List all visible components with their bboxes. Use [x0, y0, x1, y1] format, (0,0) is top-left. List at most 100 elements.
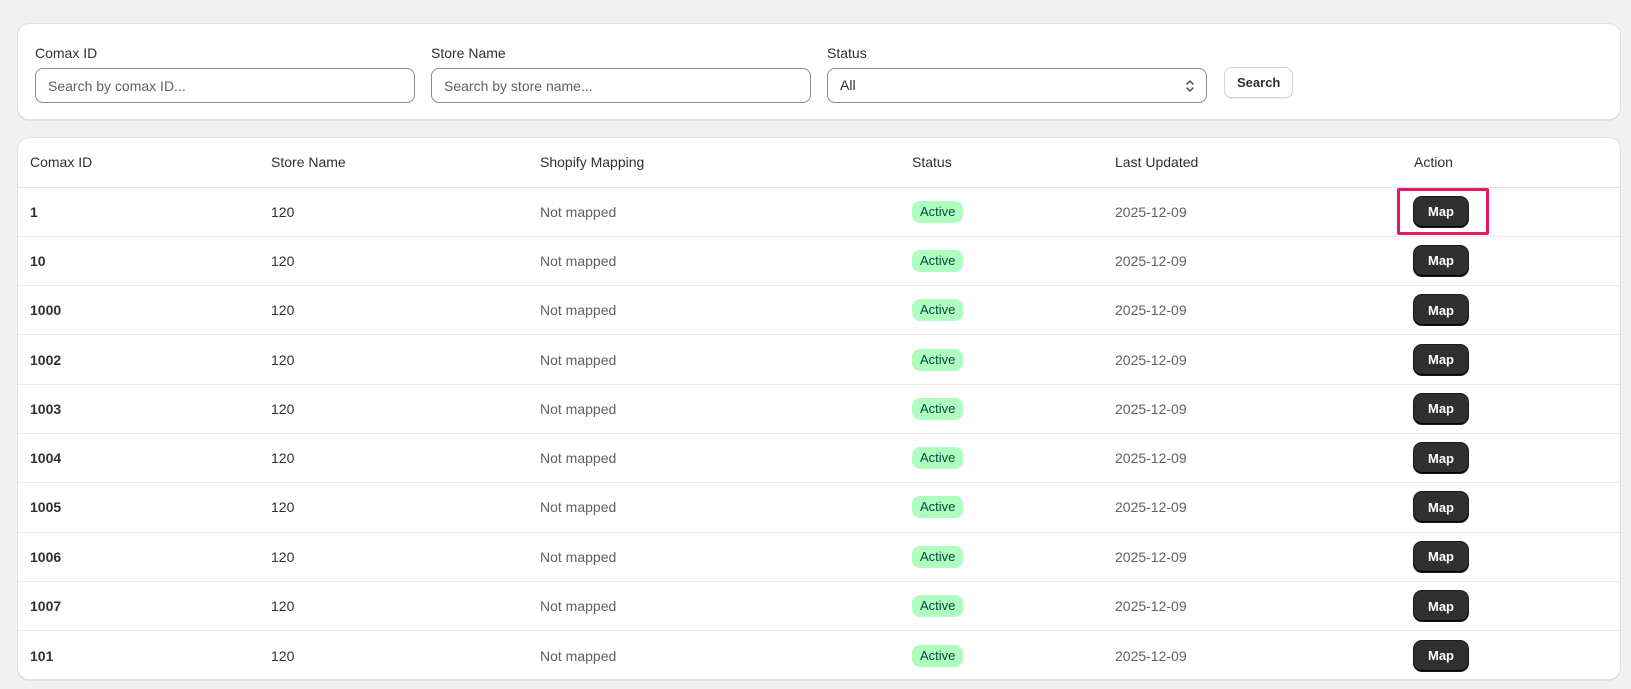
comax-id-cell: 10 — [18, 236, 259, 287]
status-select[interactable]: All — [827, 68, 1207, 103]
last-updated-cell: 2025-12-09 — [1103, 187, 1402, 237]
status-badge: Active — [912, 496, 964, 519]
last-updated-cell: 2025-12-09 — [1103, 581, 1402, 632]
action-cell: Map — [1402, 581, 1620, 632]
map-button[interactable]: Map — [1414, 344, 1468, 375]
action-cell: Map — [1402, 433, 1620, 484]
last-updated-cell: 2025-12-09 — [1103, 384, 1402, 434]
comax-id-filter: Comax ID — [35, 44, 415, 103]
action-cell: Map — [1402, 334, 1620, 385]
status-badge: Active — [912, 397, 964, 420]
status-badge: Active — [912, 299, 964, 322]
last-updated-cell: 2025-12-09 — [1115, 647, 1187, 664]
action-cell: Map — [1402, 236, 1620, 287]
action-cell: Map — [1402, 631, 1620, 679]
table-header-row: Comax ID Store Name Shopify Mapping Stat… — [18, 138, 1620, 188]
shopify-mapping-cell: Not mapped — [528, 334, 900, 385]
table-row: 1006 120 Not mapped Active 2025-12-09 Ma… — [18, 532, 1620, 582]
map-button[interactable]: Map — [1414, 295, 1468, 326]
status-cell: Active — [900, 285, 1103, 336]
map-button[interactable]: Map — [1414, 443, 1468, 474]
map-button[interactable]: Map — [1414, 492, 1468, 523]
shopify-mapping-cell: Not mapped — [528, 236, 900, 287]
status-label: Status — [827, 45, 867, 61]
store-name-filter: Store Name — [431, 44, 811, 103]
header-status: Status — [900, 138, 1103, 188]
table-row: 101 120 Not mapped Active 2025-12-09 Map — [18, 631, 1620, 679]
comax-id-cell: 1003 — [18, 384, 259, 434]
search-button[interactable]: Search — [1224, 67, 1294, 98]
chevron-up-down-icon — [1186, 80, 1194, 92]
comax-id-cell: 1 — [18, 187, 259, 237]
stores-table-card: Comax ID Store Name Shopify Mapping Stat… — [17, 137, 1621, 680]
table-row: 1005 120 Not mapped Active 2025-12-09 Ma… — [18, 482, 1620, 533]
comax-id-label: Comax ID — [35, 45, 98, 61]
table-row: 1 120 Not mapped Active 2025-12-09 Map — [18, 187, 1620, 237]
header-shopify-mapping: Shopify Mapping — [528, 138, 900, 188]
store-name-cell: 120 — [259, 581, 528, 632]
status-badge: Active — [912, 200, 964, 223]
last-updated-cell: 2025-12-09 — [1103, 433, 1402, 484]
comax-id-cell: 1002 — [18, 334, 259, 385]
action-cell: Map — [1402, 285, 1620, 336]
status-badge: Active — [912, 595, 964, 618]
store-name-search-input[interactable] — [431, 68, 811, 103]
store-name-cell: 120 — [259, 187, 528, 237]
table-row: 1000 120 Not mapped Active 2025-12-09 Ma… — [18, 285, 1620, 336]
status-cell: Active — [900, 532, 1103, 582]
status-filter: Status All — [827, 44, 1207, 103]
map-button[interactable]: Map — [1414, 196, 1468, 227]
status-cell: Active — [900, 631, 1103, 679]
store-name-cell: 120 — [259, 532, 528, 582]
map-button[interactable]: Map — [1414, 640, 1468, 671]
status-badge: Active — [912, 348, 964, 371]
last-updated-cell: 2025-12-09 — [1103, 532, 1402, 582]
action-cell: Map — [1402, 187, 1620, 237]
table-row: 1002 120 Not mapped Active 2025-12-09 Ma… — [18, 334, 1620, 385]
status-cell: Active — [900, 433, 1103, 484]
comax-id-search-input[interactable] — [35, 68, 415, 103]
store-name-cell: 120 — [259, 236, 528, 287]
header-last-updated: Last Updated — [1103, 138, 1402, 188]
stores-table: Comax ID Store Name Shopify Mapping Stat… — [18, 138, 1620, 679]
store-name-cell: 120 — [259, 482, 528, 533]
comax-id-cell: 1006 — [18, 532, 259, 582]
comax-id-cell: 1000 — [18, 285, 259, 336]
comax-id-cell: 101 — [30, 647, 54, 664]
map-button[interactable]: Map — [1414, 541, 1468, 572]
map-button[interactable]: Map — [1414, 393, 1468, 424]
table-row: 1003 120 Not mapped Active 2025-12-09 Ma… — [18, 384, 1620, 434]
shopify-mapping-cell: Not mapped — [528, 581, 900, 632]
filter-panel: Comax ID Store Name Status All Search — [17, 23, 1621, 120]
store-name-cell: 120 — [259, 433, 528, 484]
store-name-cell: 120 — [259, 384, 528, 434]
shopify-mapping-cell: Not mapped — [528, 532, 900, 582]
shopify-mapping-cell: Not mapped — [528, 384, 900, 434]
shopify-mapping-cell: Not mapped — [528, 433, 900, 484]
action-cell: Map — [1402, 532, 1620, 582]
status-badge: Active — [912, 644, 964, 667]
map-button[interactable]: Map — [1414, 591, 1468, 622]
last-updated-cell: 2025-12-09 — [1103, 334, 1402, 385]
shopify-mapping-cell: Not mapped — [540, 647, 617, 664]
status-select-value: All — [840, 77, 856, 93]
header-action: Action — [1402, 138, 1620, 188]
shopify-mapping-cell: Not mapped — [528, 482, 900, 533]
table-row: 10 120 Not mapped Active 2025-12-09 Map — [18, 236, 1620, 287]
status-cell: Active — [900, 384, 1103, 434]
status-badge: Active — [912, 545, 964, 568]
header-comax-id: Comax ID — [18, 138, 259, 188]
header-store-name: Store Name — [259, 138, 528, 188]
table-row: 1004 120 Not mapped Active 2025-12-09 Ma… — [18, 433, 1620, 484]
map-button[interactable]: Map — [1414, 245, 1468, 276]
comax-id-cell: 1007 — [18, 581, 259, 632]
last-updated-cell: 2025-12-09 — [1103, 482, 1402, 533]
table-row: 1007 120 Not mapped Active 2025-12-09 Ma… — [18, 581, 1620, 632]
action-cell: Map — [1402, 384, 1620, 434]
action-cell: Map — [1402, 482, 1620, 533]
status-cell: Active — [900, 334, 1103, 385]
status-badge: Active — [912, 249, 964, 272]
store-name-label: Store Name — [431, 45, 506, 61]
status-cell: Active — [900, 581, 1103, 632]
comax-id-cell: 1004 — [18, 433, 259, 484]
